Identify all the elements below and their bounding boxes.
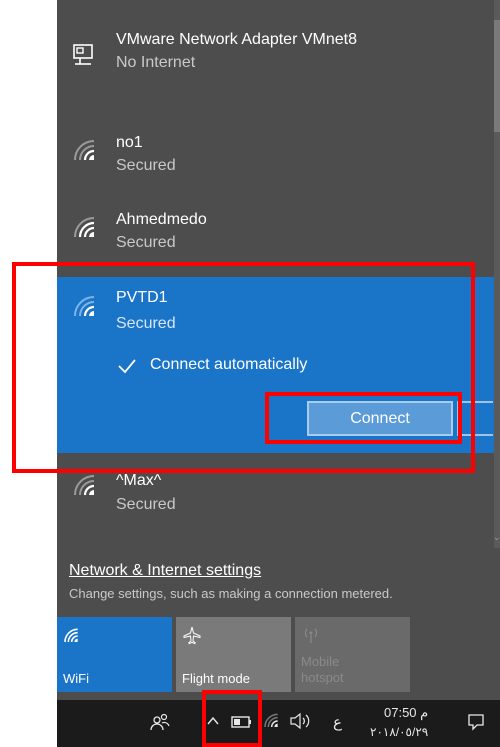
network-item-ahmedmedo[interactable]: Ahmedmedo Secured bbox=[57, 198, 500, 268]
quick-action-mobile-hotspot[interactable]: Mobile hotspot bbox=[295, 617, 410, 692]
action-center-icon[interactable] bbox=[467, 713, 485, 731]
network-status: No Internet bbox=[116, 54, 196, 71]
secondary-button-edge bbox=[457, 401, 493, 436]
clock-date[interactable]: ٢٠١٨/٠٥/٢٩ bbox=[370, 725, 428, 739]
scroll-down-arrow-icon[interactable]: ⌄ bbox=[493, 532, 500, 543]
network-item-no1[interactable]: no1 Secured bbox=[57, 121, 500, 191]
volume-icon[interactable] bbox=[289, 712, 313, 730]
ethernet-icon bbox=[73, 44, 93, 65]
language-indicator[interactable]: ع bbox=[333, 713, 342, 731]
quick-action-wifi[interactable]: WiFi bbox=[57, 617, 172, 692]
network-name: Ahmedmedo bbox=[116, 211, 207, 228]
quick-action-label: Flight mode bbox=[182, 671, 250, 686]
network-item-vmnet8[interactable]: VMware Network Adapter VMnet8 No Interne… bbox=[57, 0, 500, 90]
airplane-icon bbox=[183, 626, 201, 645]
wifi-icon bbox=[74, 296, 95, 317]
network-item-max[interactable]: ^Max^ Secured bbox=[57, 460, 500, 530]
quick-action-flight-mode[interactable]: Flight mode bbox=[176, 617, 291, 692]
network-status: Secured bbox=[116, 234, 176, 251]
checkmark-icon bbox=[118, 359, 136, 374]
hotspot-icon bbox=[304, 628, 318, 643]
network-name: PVTD1 bbox=[116, 289, 168, 306]
network-name: no1 bbox=[116, 134, 143, 151]
network-settings-description: Change settings, such as making a connec… bbox=[69, 586, 393, 601]
wifi-icon bbox=[74, 140, 95, 161]
network-name: VMware Network Adapter VMnet8 bbox=[116, 31, 357, 48]
quick-action-label: Mobile hotspot bbox=[301, 654, 344, 685]
wifi-icon bbox=[74, 217, 95, 238]
quick-action-label: WiFi bbox=[63, 671, 89, 686]
chevron-up-icon[interactable] bbox=[206, 715, 220, 727]
network-status: Secured bbox=[116, 157, 176, 174]
wifi-icon bbox=[64, 628, 78, 643]
taskbar: ع م 07:50 ٢٠١٨/٠٥/٢٩ bbox=[57, 700, 500, 747]
network-flyout: VMware Network Adapter VMnet8 No Interne… bbox=[57, 0, 500, 700]
clock-time[interactable]: م 07:50 bbox=[384, 705, 428, 721]
wifi-icon[interactable] bbox=[263, 711, 283, 731]
network-status: Secured bbox=[116, 496, 176, 513]
network-settings-link[interactable]: Network & Internet settings bbox=[69, 562, 261, 580]
people-icon[interactable] bbox=[150, 712, 170, 732]
connect-automatically-label: Connect automatically bbox=[150, 356, 308, 373]
battery-icon[interactable] bbox=[231, 715, 253, 729]
connect-button[interactable]: Connect bbox=[307, 401, 453, 436]
scrollbar-thumb[interactable] bbox=[494, 20, 500, 132]
network-name: ^Max^ bbox=[116, 472, 162, 489]
network-status: Secured bbox=[116, 315, 176, 332]
wifi-icon bbox=[74, 475, 95, 496]
